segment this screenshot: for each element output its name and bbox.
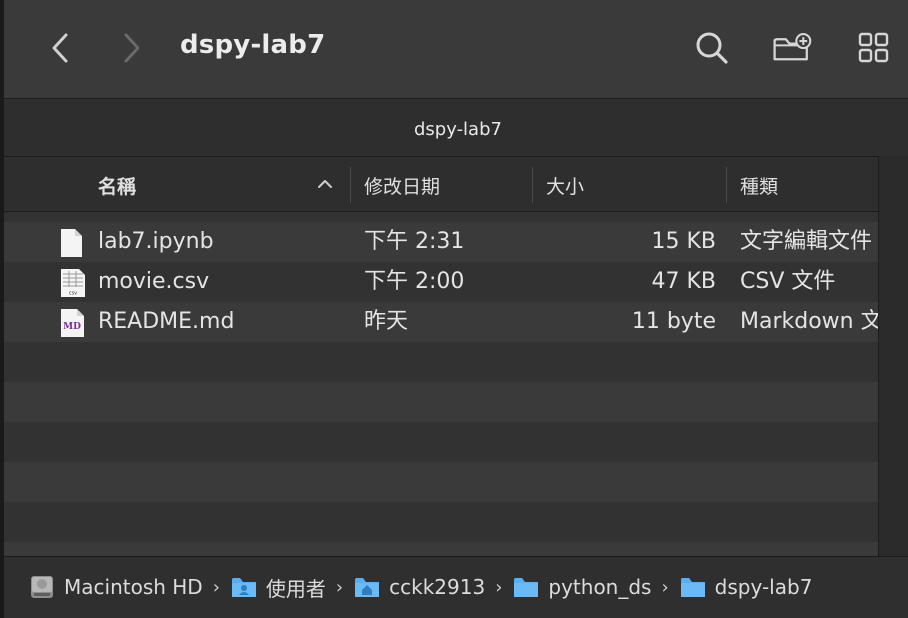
grid-view-icon <box>858 32 889 63</box>
markdown-file-icon: MD <box>61 309 84 337</box>
file-kind: 文字編輯文件 <box>740 229 873 254</box>
folder-icon <box>679 574 707 600</box>
finder-window: dspy-lab7 dspy-lab7 名稱 修改日期 大小 種類 lab7.i… <box>0 0 908 618</box>
svg-text:MD: MD <box>63 322 81 332</box>
vertical-scroll-area[interactable] <box>878 156 908 556</box>
column-kind-header[interactable]: 種類 <box>740 157 778 213</box>
file-date: 昨天 <box>364 309 409 334</box>
home-folder-icon <box>353 574 381 600</box>
toolbar: dspy-lab7 <box>4 0 908 98</box>
column-divider[interactable] <box>350 167 351 203</box>
folder-icon <box>512 574 540 600</box>
file-list: lab7.ipynb 下午 2:31 15 KB 文字編輯文件 csv movi… <box>4 212 878 556</box>
file-size: 15 KB <box>651 229 716 254</box>
column-date-header[interactable]: 修改日期 <box>364 157 440 213</box>
chevron-right-icon: › <box>661 576 669 598</box>
table-row[interactable]: MD README.md 昨天 11 byte Markdown 文件 <box>4 302 878 342</box>
new-folder-icon <box>773 33 812 61</box>
column-divider[interactable] <box>532 167 533 203</box>
chevron-right-icon: › <box>495 576 503 598</box>
column-header: 名稱 修改日期 大小 種類 <box>4 156 878 212</box>
new-folder-button[interactable] <box>772 28 812 68</box>
sort-ascending-icon[interactable] <box>316 175 334 193</box>
column-name-header[interactable]: 名稱 <box>98 157 136 213</box>
search-button[interactable] <box>692 28 732 68</box>
breadcrumb-label: 使用者 <box>265 576 326 601</box>
tab-title[interactable]: dspy-lab7 <box>414 119 502 140</box>
chevron-right-icon: › <box>212 576 220 598</box>
forward-button[interactable] <box>114 30 150 66</box>
path-bar: Macintosh HD › 使用者 › cckk2913 › python_d… <box>4 556 908 618</box>
breadcrumb-item-home[interactable]: cckk2913 <box>353 574 485 600</box>
svg-text:csv: csv <box>69 291 77 297</box>
empty-row <box>4 462 878 502</box>
csv-file-icon: csv <box>61 269 85 297</box>
window-title: dspy-lab7 <box>180 30 326 60</box>
file-date: 下午 2:31 <box>364 229 465 254</box>
file-size: 11 byte <box>631 309 716 334</box>
file-size: 47 KB <box>651 269 716 294</box>
breadcrumb-item-macintosh-hd[interactable]: Macintosh HD <box>28 573 203 601</box>
breadcrumb-label: cckk2913 <box>389 575 486 599</box>
empty-row <box>4 422 878 462</box>
tab-bar: dspy-lab7 <box>4 98 908 156</box>
chevron-right-icon <box>124 33 140 63</box>
breadcrumb: Macintosh HD › 使用者 › cckk2913 › python_d… <box>28 571 812 603</box>
column-size-header[interactable]: 大小 <box>546 157 584 213</box>
empty-row <box>4 502 878 542</box>
file-name: README.md <box>98 309 235 334</box>
breadcrumb-label: dspy-lab7 <box>714 575 813 599</box>
chevron-right-icon: › <box>335 576 344 598</box>
breadcrumb-item-python-ds[interactable]: python_ds <box>512 574 651 600</box>
file-kind: CSV 文件 <box>740 269 836 294</box>
back-button[interactable] <box>42 30 78 66</box>
breadcrumb-label: Macintosh HD <box>64 575 203 599</box>
column-divider[interactable] <box>726 167 727 203</box>
search-icon <box>696 32 728 64</box>
empty-row <box>4 542 878 556</box>
file-name: movie.csv <box>98 269 210 294</box>
chevron-left-icon <box>52 33 68 63</box>
file-name: lab7.ipynb <box>98 229 214 254</box>
empty-row <box>4 342 878 382</box>
file-date: 下午 2:00 <box>364 269 465 294</box>
users-folder-icon <box>230 574 258 600</box>
empty-row <box>4 382 878 422</box>
view-options-button[interactable] <box>854 28 894 68</box>
table-row[interactable]: lab7.ipynb 下午 2:31 15 KB 文字編輯文件 <box>4 222 878 262</box>
breadcrumb-label: python_ds <box>548 575 652 599</box>
hard-drive-icon <box>28 573 56 601</box>
breadcrumb-item-users[interactable]: 使用者 <box>230 573 326 602</box>
document-icon <box>61 229 82 257</box>
breadcrumb-item-dspy-lab7[interactable]: dspy-lab7 <box>679 574 813 600</box>
table-row[interactable]: csv movie.csv 下午 2:00 47 KB CSV 文件 <box>4 262 878 302</box>
file-kind: Markdown 文件 <box>740 309 878 334</box>
